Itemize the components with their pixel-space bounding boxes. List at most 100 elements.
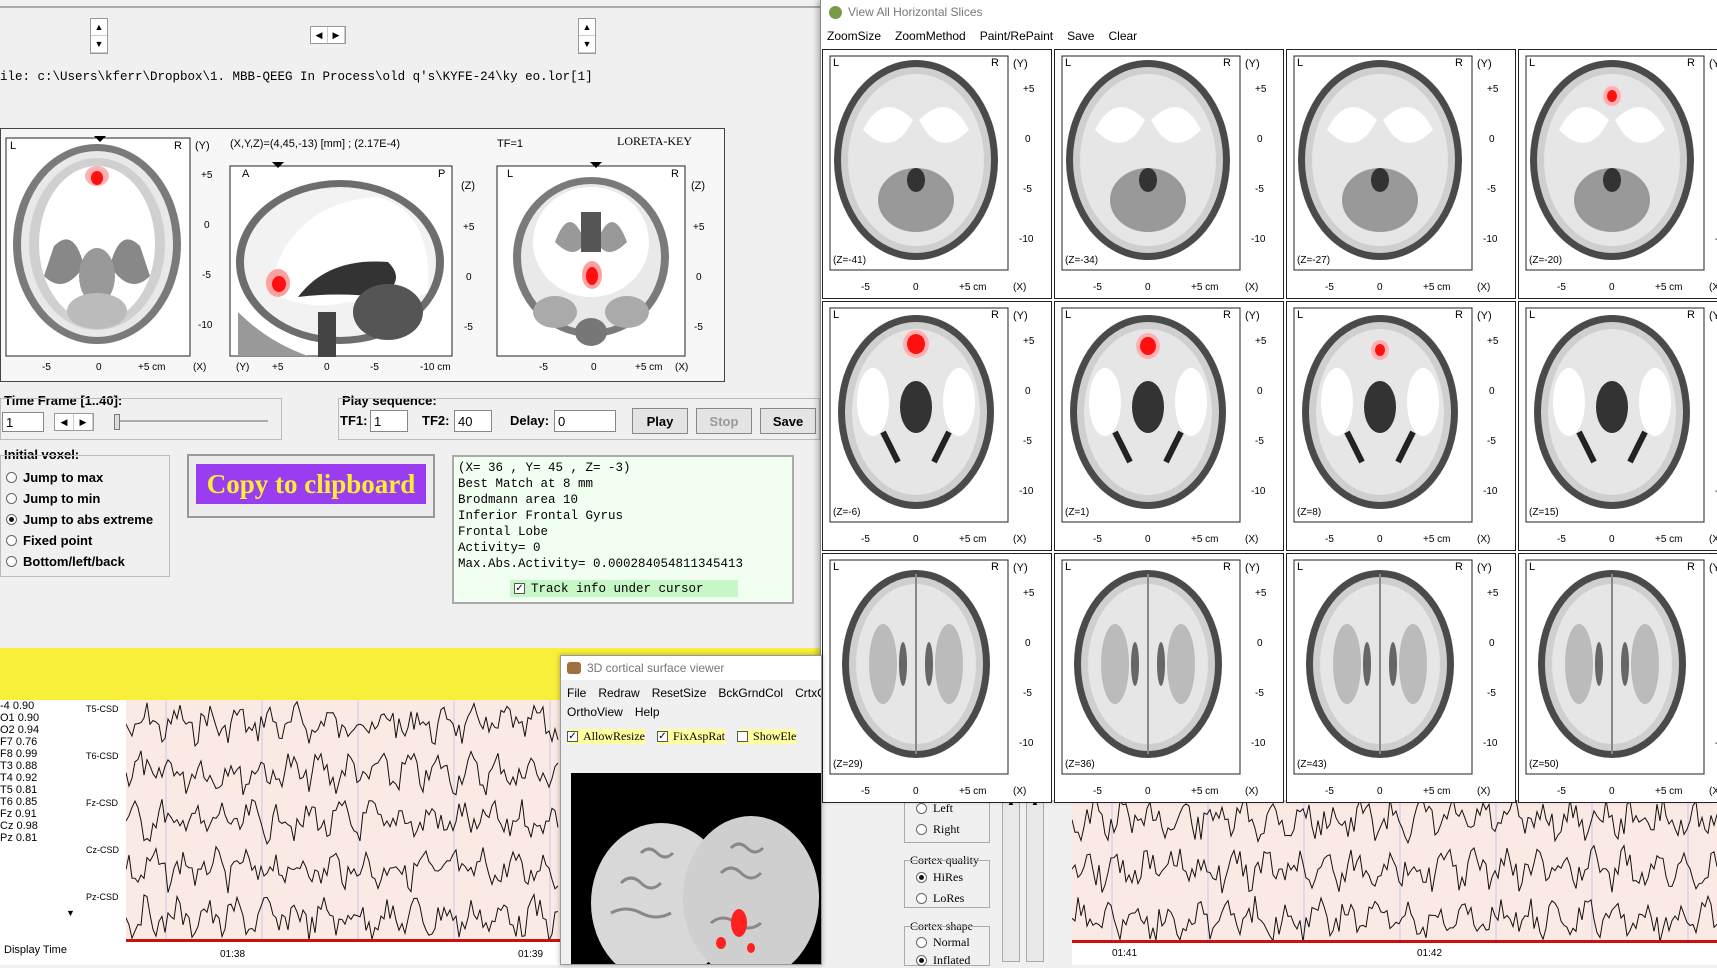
radio-normal[interactable]: Normal xyxy=(916,935,970,950)
radio-jump-to-min[interactable]: Jump to min xyxy=(6,488,153,509)
menu-orthoview[interactable]: OrthoView xyxy=(567,705,623,719)
right-arrow-icon[interactable]: ▶ xyxy=(74,414,93,430)
checkbox-checked-icon[interactable]: ✓ xyxy=(514,583,525,595)
coronal-xtick: 0 xyxy=(591,362,597,373)
checkbox-checked-icon[interactable]: ✓ xyxy=(657,730,668,742)
spin-z[interactable]: ▲ ▼ xyxy=(578,18,596,54)
time-frame-slider-thumb[interactable] xyxy=(114,414,120,430)
up-arrow-icon[interactable]: ▲ xyxy=(579,19,595,36)
right-arrow-icon[interactable]: ▶ xyxy=(328,27,345,43)
spin-y[interactable]: ◀ ▶ xyxy=(310,26,346,44)
menu-zoomsize[interactable]: ZoomSize xyxy=(827,29,881,43)
checkbox-empty-icon[interactable] xyxy=(737,730,749,742)
slice-cell[interactable]: L R (Y) +5 0 -5 -10 (Z=-6) -5 0 +5 cm (X… xyxy=(822,301,1052,551)
radio-lores[interactable]: LoRes xyxy=(916,891,964,906)
show-electrodes-checkbox[interactable]: ShowEle xyxy=(737,728,797,744)
cortex-3d-canvas[interactable] xyxy=(571,773,821,964)
save-button[interactable]: Save xyxy=(760,408,816,434)
sagittal-view[interactable]: A P (Z) +5 0 -5 (Y) +5 0 -5 -10 cm xyxy=(228,162,490,378)
coronal-view[interactable]: L R (Z) +5 0 -5 -5 0 +5 cm (X) xyxy=(495,162,723,378)
title-bar[interactable]: View All Horizontal Slices xyxy=(821,0,1717,24)
slice-x-axis-label: (X) xyxy=(1245,534,1259,545)
slice-cell[interactable]: L R (Y) +5 0 -5 -10 (Z=50) -5 0 +5 cm (X… xyxy=(1518,553,1717,803)
slice-z-label: (Z=-20) xyxy=(1529,255,1563,266)
radio-dot[interactable] xyxy=(916,893,927,904)
menu-paint-repaint[interactable]: Paint/RePaint xyxy=(980,29,1053,43)
radio-hires[interactable]: HiRes xyxy=(916,870,963,885)
radio-dot[interactable] xyxy=(916,824,927,835)
radio-dot[interactable] xyxy=(916,872,927,883)
slice-xtick: 0 xyxy=(1145,786,1151,797)
slice-cell[interactable]: L R (Y) +5 0 -5 -10 (Z=1) -5 0 +5 cm (X) xyxy=(1054,301,1284,551)
slice-ytick: -10 xyxy=(1251,486,1266,497)
slice-ytick: +5 xyxy=(1255,336,1267,347)
menu-clear[interactable]: Clear xyxy=(1108,29,1137,43)
up-arrow-icon[interactable]: ▲ xyxy=(91,19,107,36)
slice-ytick: -5 xyxy=(1255,436,1264,447)
axial-view[interactable]: L R (Y) +5 0 -5 -10 -5 0 +5 cm (X) xyxy=(4,136,226,378)
title-bar[interactable]: 3D cortical surface viewer xyxy=(561,656,821,680)
radio-dot[interactable] xyxy=(916,803,927,814)
radio-right[interactable]: Right xyxy=(916,822,960,837)
slice-cell[interactable]: L R (Y) +5 0 -5 -10 (Z=43) -5 0 +5 cm (X… xyxy=(1286,553,1516,803)
axial-x-axis-label: (X) xyxy=(193,362,207,373)
slice-xtick: 0 xyxy=(1145,282,1151,293)
radio-dot[interactable] xyxy=(6,493,17,504)
radio-dot[interactable] xyxy=(6,535,17,546)
slice-xtick: 0 xyxy=(1377,534,1383,545)
menu-save[interactable]: Save xyxy=(1067,29,1094,43)
vertical-scrollbar[interactable]: ▲ xyxy=(1026,797,1044,962)
menu-crtxcol[interactable]: CrtxC xyxy=(795,686,821,700)
radio-dot[interactable] xyxy=(916,937,927,948)
slice-cell[interactable]: L R (Y) +5 0 -5 -10 (Z=-20) -5 0 +5 cm (… xyxy=(1518,49,1717,299)
eeg-trace-area[interactable] xyxy=(1071,795,1717,943)
copy-to-clipboard-button[interactable]: Copy to clipboard xyxy=(196,464,426,504)
stop-button[interactable]: Stop xyxy=(696,408,752,434)
radio-dot[interactable] xyxy=(916,955,927,966)
fix-aspect-checkbox[interactable]: ✓ FixAspRat xyxy=(657,728,726,744)
tf1-input[interactable]: 1 xyxy=(370,410,408,432)
menu-help[interactable]: Help xyxy=(635,705,660,719)
slice-cell[interactable]: L R (Y) +5 0 -5 -10 (Z=-27) -5 0 +5 cm (… xyxy=(1286,49,1516,299)
slice-cell[interactable]: L R (Y) +5 0 -5 -10 (Z=15) -5 0 +5 cm (X… xyxy=(1518,301,1717,551)
radio-bottom-left-back[interactable]: Bottom/left/back xyxy=(6,551,153,572)
vertical-scrollbar[interactable]: ▲ xyxy=(1002,797,1020,962)
radio-dot[interactable] xyxy=(6,472,17,483)
tf2-input[interactable]: 40 xyxy=(454,410,492,432)
scroll-down-icon[interactable]: ▼ xyxy=(66,908,75,918)
radio-inflated[interactable]: Inflated xyxy=(916,953,970,968)
slice-right-label: R xyxy=(1223,561,1231,573)
menu-redraw[interactable]: Redraw xyxy=(598,686,639,700)
checkbox-checked-icon[interactable]: ✓ xyxy=(567,730,578,742)
slice-ytick: -10 xyxy=(1483,486,1498,497)
menu-resetsize[interactable]: ResetSize xyxy=(652,686,707,700)
coronal-left-label: L xyxy=(507,168,514,180)
slice-cell[interactable]: L R (Y) +5 0 -5 -10 (Z=-41) -5 0 +5 cm (… xyxy=(822,49,1052,299)
time-frame-slider-track[interactable] xyxy=(116,420,268,422)
left-arrow-icon[interactable]: ◀ xyxy=(311,27,328,43)
radio-jump-to-abs-extreme[interactable]: Jump to abs extreme xyxy=(6,509,153,530)
left-arrow-icon[interactable]: ◀ xyxy=(55,414,74,430)
slice-cell[interactable]: L R (Y) +5 0 -5 -10 (Z=8) -5 0 +5 cm (X) xyxy=(1286,301,1516,551)
delay-input[interactable]: 0 xyxy=(554,410,616,432)
radio-jump-to-max[interactable]: Jump to max xyxy=(6,467,153,488)
spin-x[interactable]: ▲ ▼ xyxy=(90,18,108,54)
allow-resize-checkbox[interactable]: ✓ AllowResize xyxy=(567,728,645,744)
radio-dot[interactable] xyxy=(6,514,17,525)
radio-fixed-point[interactable]: Fixed point xyxy=(6,530,153,551)
eeg-trace-area[interactable] xyxy=(125,700,560,942)
down-arrow-icon[interactable]: ▼ xyxy=(579,36,595,53)
time-frame-input[interactable]: 1 xyxy=(2,412,44,432)
slice-cell[interactable]: L R (Y) +5 0 -5 -10 (Z=36) -5 0 +5 cm (X… xyxy=(1054,553,1284,803)
slice-cell[interactable]: L R (Y) +5 0 -5 -10 (Z=29) -5 0 +5 cm (X… xyxy=(822,553,1052,803)
radio-dot[interactable] xyxy=(6,556,17,567)
slice-left-label: L xyxy=(833,561,840,573)
menu-zoommethod[interactable]: ZoomMethod xyxy=(895,29,966,43)
down-arrow-icon[interactable]: ▼ xyxy=(91,36,107,53)
menu-bckgrndcol[interactable]: BckGrndCol xyxy=(718,686,783,700)
slice-cell[interactable]: L R (Y) +5 0 -5 -10 (Z=-34) -5 0 +5 cm (… xyxy=(1054,49,1284,299)
time-frame-stepper[interactable]: ◀ ▶ xyxy=(54,413,94,431)
track-info-checkbox[interactable]: ✓ Track info under cursor xyxy=(510,580,738,597)
menu-file[interactable]: File xyxy=(567,686,586,700)
play-button[interactable]: Play xyxy=(632,408,688,434)
